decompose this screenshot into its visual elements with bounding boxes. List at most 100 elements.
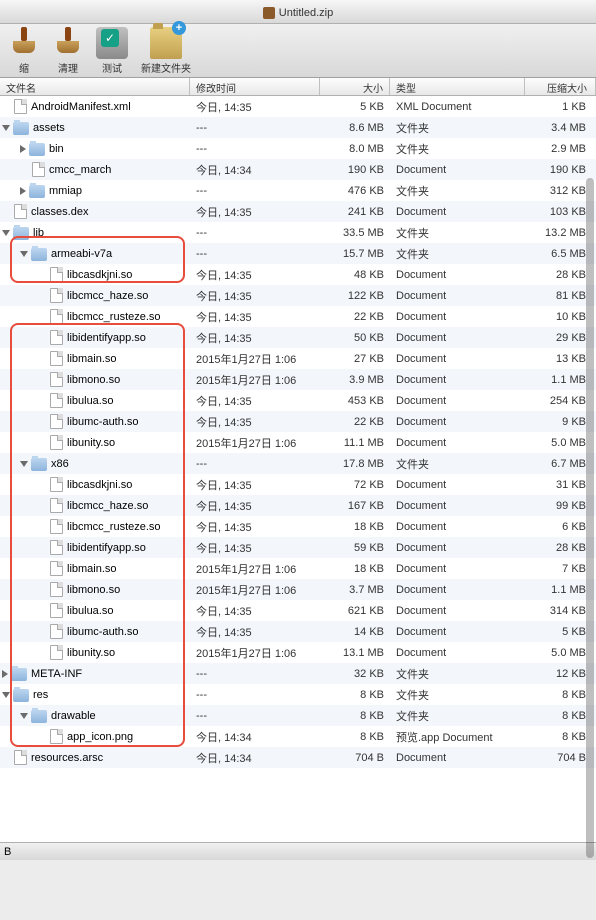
col-header-modified[interactable]: 修改时间 [190,78,320,95]
table-row[interactable]: libcmcc_haze.so今日, 14:35167 KBDocument99… [0,495,596,516]
file-modified: 今日, 14:35 [190,393,320,409]
file-type: Document [390,269,525,281]
file-name: bin [49,143,64,155]
table-row[interactable]: libidentifyapp.so今日, 14:3559 KBDocument2… [0,537,596,558]
new-folder-button[interactable]: 新建文件夹 [136,27,196,75]
file-size: 33.5 MB [320,227,390,239]
table-row[interactable]: libmono.so2015年1月27日 1:063.9 MBDocument1… [0,369,596,390]
disclosure-triangle-icon[interactable] [20,251,28,257]
broom-icon [52,27,84,59]
table-row[interactable]: libcasdkjni.so今日, 14:3572 KBDocument31 K… [0,474,596,495]
file-name: libulua.so [67,605,113,617]
file-size: 8.0 MB [320,143,390,155]
table-row[interactable]: libcmcc_rusteze.so今日, 14:3522 KBDocument… [0,306,596,327]
table-row[interactable]: assets---8.6 MB文件夹3.4 MB [0,117,596,138]
table-row[interactable]: libcasdkjni.so今日, 14:3548 KBDocument28 K… [0,264,596,285]
file-modified: 2015年1月27日 1:06 [190,372,320,388]
toolbar-label: 测试 [92,60,132,75]
disclosure-triangle-icon[interactable] [20,713,28,719]
table-row[interactable]: libmain.so2015年1月27日 1:0627 KBDocument13… [0,348,596,369]
file-modified: 今日, 14:35 [190,603,320,619]
file-type: Document [390,353,525,365]
file-type: 文件夹 [390,141,525,157]
table-row[interactable]: mmiap---476 KB文件夹312 KB [0,180,596,201]
disclosure-triangle-icon[interactable] [20,187,26,195]
table-row[interactable]: res---8 KB文件夹8 KB [0,684,596,705]
folder-icon [29,143,45,156]
file-name: libmono.so [67,374,120,386]
table-row[interactable]: libumc-auth.so今日, 14:3514 KBDocument5 KB [0,621,596,642]
table-row[interactable]: libulua.so今日, 14:35621 KBDocument314 KB [0,600,596,621]
file-icon [50,393,63,408]
scroll-thumb[interactable] [586,178,594,858]
status-bar: B [0,842,596,860]
file-type: Document [390,395,525,407]
folder-icon [13,227,29,240]
disclosure-triangle-icon[interactable] [2,670,8,678]
table-row[interactable]: libmono.so2015年1月27日 1:063.7 MBDocument1… [0,579,596,600]
col-header-name[interactable]: 文件名 [0,78,190,95]
table-row[interactable]: drawable---8 KB文件夹8 KB [0,705,596,726]
test-button[interactable]: 测试 [92,27,132,75]
disclosure-triangle-icon[interactable] [2,125,10,131]
table-row[interactable]: bin---8.0 MB文件夹2.9 MB [0,138,596,159]
file-modified: 今日, 14:35 [190,477,320,493]
table-row[interactable]: resources.arsc今日, 14:34704 BDocument704 … [0,747,596,768]
file-modified: 2015年1月27日 1:06 [190,645,320,661]
table-row[interactable]: classes.dex今日, 14:35241 KBDocument103 KB [0,201,596,222]
toolbar-label: 新建文件夹 [136,60,196,75]
disclosure-triangle-icon[interactable] [20,145,26,153]
disclosure-spacer [38,544,47,552]
file-list[interactable]: AndroidManifest.xml今日, 14:355 KBXML Docu… [0,96,596,842]
file-size: 3.9 MB [320,374,390,386]
col-header-size[interactable]: 大小 [320,78,390,95]
col-header-type[interactable]: 类型 [390,78,525,95]
table-row[interactable]: app_icon.png今日, 14:348 KB预览.app Document… [0,726,596,747]
file-icon [50,561,63,576]
file-modified: 2015年1月27日 1:06 [190,435,320,451]
file-modified: 今日, 14:35 [190,267,320,283]
table-row[interactable]: x86---17.8 MB文件夹6.7 MB [0,453,596,474]
table-row[interactable]: armeabi-v7a---15.7 MB文件夹6.5 MB [0,243,596,264]
disclosure-spacer [38,481,47,489]
file-size: 18 KB [320,563,390,575]
table-row[interactable]: libulua.so今日, 14:35453 KBDocument254 KB [0,390,596,411]
file-type: 预览.app Document [390,729,525,745]
file-size: 8.6 MB [320,122,390,134]
table-row[interactable]: libmain.so2015年1月27日 1:0618 KBDocument7 … [0,558,596,579]
new-folder-icon [150,27,182,59]
disclosure-triangle-icon[interactable] [2,230,10,236]
table-row[interactable]: libidentifyapp.so今日, 14:3550 KBDocument2… [0,327,596,348]
file-modified: --- [190,458,320,470]
table-row[interactable]: cmcc_march今日, 14:34190 KBDocument190 KB [0,159,596,180]
file-icon [50,330,63,345]
table-row[interactable]: libcmcc_haze.so今日, 14:35122 KBDocument81… [0,285,596,306]
disclosure-triangle-icon[interactable] [2,692,10,698]
file-type: Document [390,584,525,596]
table-row[interactable]: libunity.so2015年1月27日 1:0613.1 MBDocumen… [0,642,596,663]
file-name: libumc-auth.so [67,416,139,428]
disclosure-spacer [38,523,47,531]
file-name: res [33,689,48,701]
scrollbar[interactable] [586,178,594,920]
clean-button[interactable]: 清理 [48,27,88,75]
file-modified: 今日, 14:34 [190,750,320,766]
file-modified: --- [190,185,320,197]
table-row[interactable]: libunity.so2015年1月27日 1:0611.1 MBDocumen… [0,432,596,453]
table-row[interactable]: META-INF---32 KB文件夹12 KB [0,663,596,684]
file-compressed-size: 1 KB [525,101,596,113]
table-row[interactable]: lib---33.5 MB文件夹13.2 MB [0,222,596,243]
table-row[interactable]: libumc-auth.so今日, 14:3522 KBDocument9 KB [0,411,596,432]
disclosure-triangle-icon[interactable] [20,461,28,467]
table-row[interactable]: AndroidManifest.xml今日, 14:355 KBXML Docu… [0,96,596,117]
file-icon [14,99,27,114]
file-name: AndroidManifest.xml [31,101,131,113]
col-header-compressed[interactable]: 压缩大小 [525,78,596,95]
shrink-button[interactable]: 缩 [4,27,44,75]
file-modified: --- [190,710,320,722]
table-row[interactable]: libcmcc_rusteze.so今日, 14:3518 KBDocument… [0,516,596,537]
file-modified: 今日, 14:35 [190,204,320,220]
file-modified: 今日, 14:35 [190,414,320,430]
file-modified: 今日, 14:35 [190,309,320,325]
file-name: libcmcc_rusteze.so [67,311,161,323]
